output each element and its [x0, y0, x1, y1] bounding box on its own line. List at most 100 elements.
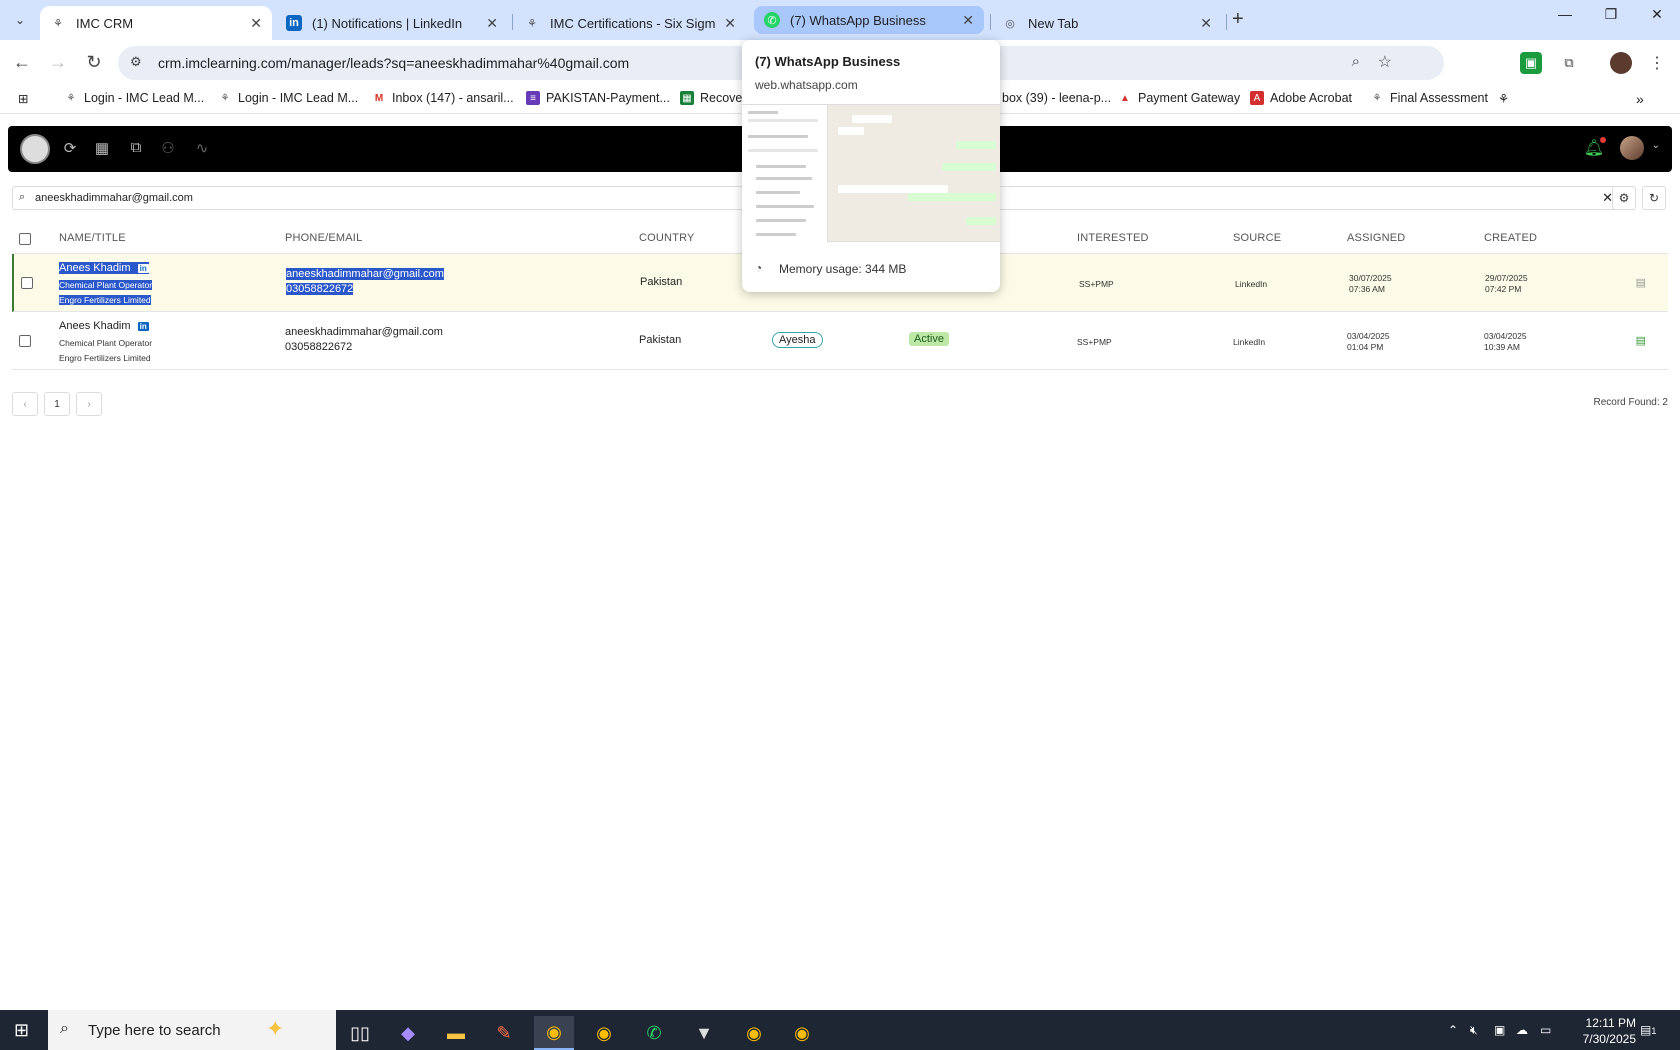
document-icon[interactable]: ▤ — [1636, 276, 1646, 289]
forward-arrow-icon[interactable]: → — [46, 52, 70, 73]
bookmark-item[interactable]: ⚘ Login - IMC Lead M... — [64, 91, 205, 105]
chrome-icon[interactable]: ◉ — [584, 1016, 624, 1050]
select-all-checkbox[interactable] — [19, 233, 31, 245]
column-header-created[interactable]: CREATED — [1484, 232, 1537, 244]
browser-menu-icon[interactable]: ⋮ — [1646, 52, 1668, 74]
lead-email[interactable]: aneeskhadimmahar@gmail.com — [285, 326, 443, 338]
lead-email[interactable]: aneeskhadimmahar@gmail.com — [286, 268, 444, 280]
close-icon[interactable]: ✕ — [724, 15, 736, 32]
tray-chevron-up-icon[interactable]: ⌃ — [1448, 1023, 1458, 1037]
activity-icon[interactable]: ∿ — [192, 139, 212, 157]
filter-settings-button[interactable]: ⚙ — [1612, 186, 1636, 210]
imc-logo-icon: ⚘ — [220, 92, 230, 104]
column-header-country[interactable]: COUNTRY — [639, 232, 695, 244]
tab-linkedin[interactable]: in (1) Notifications | LinkedIn ✕ — [276, 6, 508, 40]
imc-logo-icon[interactable]: ⚘ — [1498, 91, 1509, 106]
task-view-icon[interactable]: ▯▯ — [340, 1016, 380, 1050]
page-number-button[interactable]: 1 — [44, 392, 70, 416]
bookmark-item[interactable]: box (39) - leena-p... — [1002, 91, 1111, 105]
minimize-icon[interactable]: — — [1542, 6, 1588, 22]
bookmark-item[interactable]: M Inbox (147) - ansaril... — [372, 91, 514, 105]
table-row[interactable]: Anees Khadim in Chemical Plant Operator … — [12, 312, 1668, 370]
lead-name-cell[interactable]: Anees Khadim in — [59, 320, 149, 332]
refresh-button[interactable]: ↻ — [1642, 186, 1666, 210]
bookmark-item[interactable]: ▦ Recover — [680, 91, 747, 105]
tab-new-tab[interactable]: ◎ New Tab ✕ — [992, 6, 1222, 40]
tab-search-chevron-icon[interactable]: ⌄ — [8, 8, 32, 32]
taskbar-search-placeholder[interactable]: Type here to search — [88, 1022, 221, 1039]
status-badge[interactable]: Active — [909, 332, 949, 346]
imc-crm-logo[interactable] — [20, 134, 50, 164]
column-header-assigned[interactable]: ASSIGNED — [1347, 232, 1405, 244]
chrome-icon[interactable]: ◉ — [734, 1016, 774, 1050]
lead-name-cell[interactable]: Anees Khadim in — [59, 262, 149, 274]
taskbar-search-box[interactable]: ⌕ Type here to search ✦ — [48, 1010, 336, 1050]
apps-grid-icon[interactable]: ⊞ — [18, 91, 28, 106]
linkedin-badge-icon[interactable]: in — [137, 322, 149, 331]
file-explorer-icon[interactable]: ▬ — [436, 1016, 476, 1050]
lead-phone[interactable]: 03058822672 — [286, 283, 354, 295]
profile-avatar-icon[interactable] — [1610, 52, 1632, 74]
search-query[interactable]: aneeskhadimmahar@gmail.com — [35, 192, 193, 204]
copy-document-icon[interactable]: ⧉ — [126, 139, 146, 156]
more-bookmarks-chevron-icon[interactable]: » — [1636, 91, 1644, 107]
url-text[interactable]: crm.imclearning.com/manager/leads?sq=ane… — [158, 55, 629, 71]
column-header-phone-email[interactable]: PHONE/EMAIL — [285, 232, 362, 244]
row-checkbox[interactable] — [21, 277, 33, 289]
back-arrow-icon[interactable]: ← — [10, 52, 34, 73]
volume-muted-icon[interactable]: 🔇︎ — [1470, 1023, 1478, 1038]
windows-start-icon[interactable]: ⊞ — [14, 1020, 29, 1041]
app-icon[interactable]: ✎ — [484, 1016, 524, 1050]
column-header-interested[interactable]: INTERESTED — [1077, 232, 1149, 244]
bookmark-item[interactable]: ≡ PAKISTAN-Payment... — [526, 91, 670, 105]
chrome-icon[interactable]: ◉ — [534, 1016, 574, 1050]
extensions-puzzle-icon[interactable]: ⧉ — [1558, 52, 1580, 74]
lead-phone[interactable]: 03058822672 — [285, 341, 352, 353]
assigned-owner-tag[interactable]: Ayesha — [772, 332, 823, 348]
chrome-icon[interactable]: ◉ — [782, 1016, 822, 1050]
window-close-icon[interactable]: ✕ — [1634, 6, 1680, 23]
lead-name[interactable]: Anees Khadim in — [59, 262, 149, 274]
close-icon[interactable]: ✕ — [486, 15, 498, 32]
copilot-sparkle-icon[interactable]: ✦ — [266, 1016, 284, 1042]
bookmark-item[interactable]: ⚘ Final Assessment — [1370, 91, 1488, 105]
restore-icon[interactable]: ❐ — [1588, 6, 1634, 23]
linkedin-icon: in — [286, 15, 302, 31]
tab-whatsapp-business[interactable]: ✆ (7) WhatsApp Business ✕ — [754, 6, 984, 34]
site-settings-icon[interactable]: ⚙ — [130, 54, 142, 70]
whatsapp-icon[interactable]: ✆ — [634, 1016, 674, 1050]
calendar-icon[interactable]: ▦ — [92, 139, 112, 157]
close-icon[interactable]: ✕ — [962, 12, 974, 29]
tab-imc-crm[interactable]: ⚘ IMC CRM ✕ — [40, 6, 272, 40]
network-icon[interactable]: ▭ — [1540, 1023, 1551, 1037]
document-icon[interactable]: ▤ — [1636, 334, 1646, 347]
avatar[interactable] — [1620, 136, 1644, 160]
bookmark-item[interactable]: ▲ Payment Gateway — [1118, 91, 1240, 105]
user-icon[interactable]: ⚇ — [158, 139, 178, 157]
reload-icon[interactable]: ↻ — [82, 52, 106, 73]
bookmark-item[interactable]: A Adobe Acrobat — [1250, 91, 1352, 105]
next-page-button[interactable]: › — [76, 392, 102, 416]
extension-green-icon[interactable]: ▣ — [1520, 52, 1542, 74]
lead-name-text[interactable]: Anees Khadim — [59, 320, 131, 332]
column-header-name[interactable]: NAME/TITLE — [59, 232, 126, 244]
system-clock[interactable]: 12:11 PM 7/30/2025 — [1583, 1015, 1636, 1047]
tab-imc-certifications[interactable]: ⚘ IMC Certifications - Six Sigma G ✕ — [514, 6, 746, 40]
column-header-source[interactable]: SOURCE — [1233, 232, 1281, 244]
prev-page-button[interactable]: ‹ — [12, 392, 38, 416]
linkedin-badge-icon[interactable]: in — [137, 264, 149, 273]
close-icon[interactable]: ✕ — [250, 15, 262, 32]
chevron-down-icon[interactable]: ⌄ — [1652, 140, 1660, 151]
refresh-sync-icon[interactable]: ⟳ — [60, 139, 80, 157]
cloud-icon[interactable]: ☁ — [1516, 1023, 1528, 1037]
row-checkbox[interactable] — [19, 335, 31, 347]
app-icon[interactable]: ▼ — [684, 1016, 724, 1050]
bookmark-item[interactable]: ⚘ Login - IMC Lead M... — [218, 91, 359, 105]
camera-icon[interactable]: ▣ — [1494, 1023, 1505, 1037]
bookmark-star-icon[interactable]: ☆ — [1378, 52, 1392, 72]
copilot-icon[interactable]: ◆ — [388, 1016, 428, 1050]
notification-center-icon[interactable]: ▤1 — [1640, 1023, 1656, 1037]
close-icon[interactable]: ✕ — [1200, 15, 1212, 32]
zoom-icon[interactable]: ⌕ — [1352, 53, 1360, 70]
new-tab-plus-icon[interactable]: + — [1232, 8, 1244, 31]
